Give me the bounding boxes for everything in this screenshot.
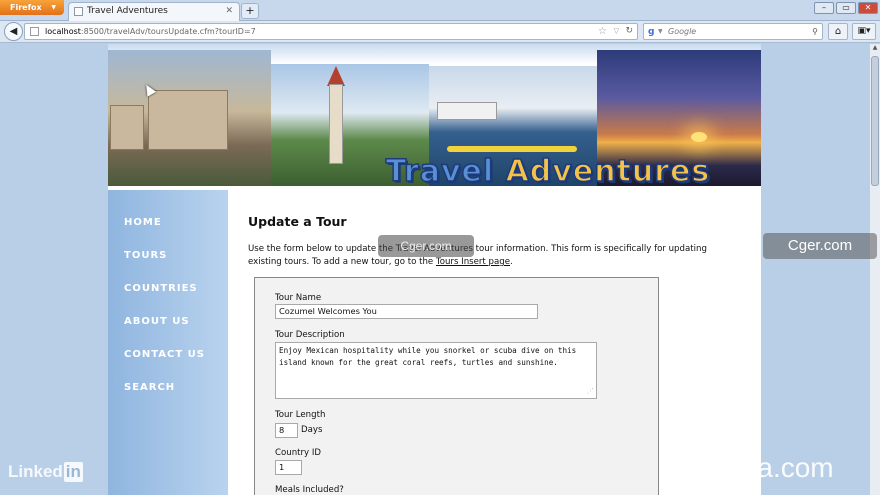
close-window-button[interactable]: ✕ <box>858 2 878 14</box>
firefox-menu-label: Firefox <box>10 3 42 12</box>
page-title: Update a Tour <box>248 214 347 229</box>
site-banner: Travel Adventures <box>108 44 761 190</box>
url-domain: localhost <box>45 27 81 36</box>
nav-link-home[interactable]: HOME <box>124 217 162 228</box>
search-placeholder: Google <box>668 27 697 36</box>
bookmark-star-icon[interactable]: ☆ <box>598 24 607 39</box>
close-tab-icon[interactable]: ✕ <box>225 3 233 20</box>
banner-photo-city <box>108 50 271 186</box>
home-button[interactable]: ⌂ <box>828 23 848 40</box>
cger-watermark-small: Cger.com <box>378 235 474 257</box>
search-input[interactable]: g ▼ Google ⚲ <box>643 23 823 40</box>
nav-link-tours[interactable]: TOURS <box>124 250 167 261</box>
google-icon: g <box>648 27 655 37</box>
meals-included-label: Meals Included? <box>275 485 344 495</box>
site-logo[interactable]: Travel Adventures <box>358 153 738 190</box>
page-icon <box>30 27 39 36</box>
url-history-dropdown-icon[interactable]: ▽ <box>614 24 619 39</box>
nav-link-contact-us[interactable]: CONTACT US <box>124 349 205 360</box>
browser-navigation-bar: ◀ localhost:8500/travelAdv/toursUpdate.c… <box>0 21 880 43</box>
search-engine-dropdown-icon[interactable]: ▼ <box>658 24 663 39</box>
tour-description-label: Tour Description <box>275 330 345 340</box>
nav-link-about-us[interactable]: ABOUT US <box>124 316 190 327</box>
nav-link-search[interactable]: SEARCH <box>124 382 175 393</box>
browser-tab-bar: Firefox ▼ Travel Adventures ✕ + – ▭ ✕ <box>0 0 880 21</box>
country-id-label: Country ID <box>275 448 322 458</box>
site-sidebar: HOME TOURS COUNTRIES ABOUT US CONTACT US… <box>108 190 228 495</box>
scroll-thumb[interactable] <box>871 56 879 186</box>
page-scrollbar[interactable]: ▲ <box>869 44 880 495</box>
back-button[interactable]: ◀ <box>4 22 23 41</box>
tour-length-suffix: Days <box>301 425 323 435</box>
address-bar[interactable]: localhost:8500/travelAdv/toursUpdate.cfm… <box>24 23 638 40</box>
tab-title: Travel Adventures <box>87 6 168 16</box>
logo-text-travel: Travel <box>385 153 495 190</box>
update-tour-form: Tour Name Cozumel Welcomes You Tour Desc… <box>254 277 659 495</box>
tours-insert-link[interactable]: Tours Insert page <box>436 257 510 267</box>
page-viewport: Travel Adventures HOME TOURS COUNTRIES A… <box>0 44 880 495</box>
search-icon[interactable]: ⚲ <box>812 24 818 39</box>
reload-icon[interactable]: ↻ <box>625 24 633 39</box>
restore-window-button[interactable]: ▭ <box>836 2 856 14</box>
bookmarks-menu-button[interactable]: ▣▾ <box>852 23 876 40</box>
intro-text-end: . <box>510 257 513 267</box>
linkedin-text: Linked <box>8 462 63 481</box>
scroll-up-icon[interactable]: ▲ <box>870 44 880 54</box>
tour-description-value: Enjoy Mexican hospitality while you snor… <box>279 346 577 367</box>
page-favicon-icon <box>74 7 83 16</box>
linkedin-watermark: Linked in <box>8 462 83 482</box>
url-path: :8500/travelAdv/toursUpdate.cfm?tourID=7 <box>80 27 256 36</box>
lynda-watermark: lynda.com <box>706 452 834 483</box>
nav-link-countries[interactable]: COUNTRIES <box>124 283 198 294</box>
browser-tab[interactable]: Travel Adventures ✕ <box>68 2 240 21</box>
tour-length-label: Tour Length <box>275 410 326 420</box>
cger-watermark: Cger.com <box>763 233 877 259</box>
tour-description-textarea[interactable]: Enjoy Mexican hospitality while you snor… <box>275 342 597 399</box>
tour-length-input[interactable]: 8 <box>275 423 298 438</box>
new-tab-button[interactable]: + <box>241 3 259 19</box>
main-content: Update a Tour Use the form below to upda… <box>248 214 738 269</box>
country-id-input[interactable]: 1 <box>275 460 302 475</box>
linkedin-in-icon: in <box>63 462 83 482</box>
minimize-window-button[interactable]: – <box>814 2 834 14</box>
intro-paragraph: Use the form below to update the Travel … <box>248 243 738 269</box>
tour-name-label: Tour Name <box>275 293 322 303</box>
resize-grip-icon[interactable]: ⋰ <box>587 386 594 398</box>
tour-name-input[interactable]: Cozumel Welcomes You <box>275 304 538 319</box>
firefox-menu-button[interactable]: Firefox ▼ <box>0 0 64 15</box>
logo-text-adventures: Adventures <box>505 153 711 190</box>
chevron-down-icon: ▼ <box>51 4 56 11</box>
